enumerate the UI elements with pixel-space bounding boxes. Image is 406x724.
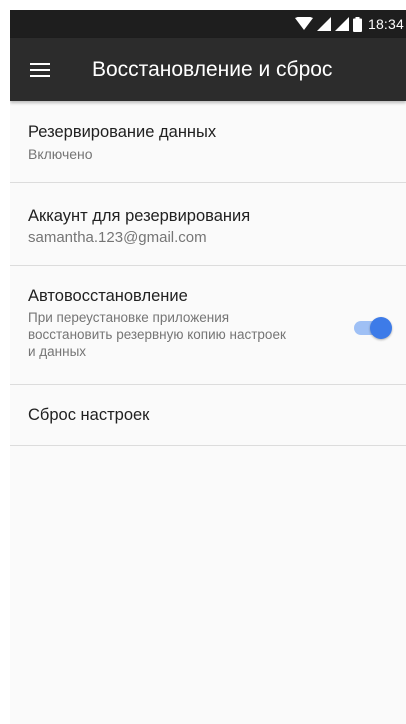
setting-backup-data[interactable]: Резервирование данных Включено (10, 101, 406, 183)
wifi-icon (294, 17, 313, 30)
status-time: 18:34 (367, 16, 404, 32)
auto-restore-toggle[interactable] (354, 314, 392, 342)
page-title: Восстановление и сброс (92, 57, 333, 81)
status-bar: 18:34 (10, 10, 406, 38)
setting-subtitle: При переустановке приложения восстановит… (28, 310, 286, 359)
status-icons (294, 16, 362, 32)
setting-backup-account[interactable]: Аккаунт для резервирования samantha.123@… (10, 183, 406, 266)
setting-auto-restore[interactable]: Автовосстановление При переустановке при… (10, 266, 406, 385)
cellular-signal-2-icon (334, 17, 349, 31)
settings-list: Резервирование данных Включено Аккаунт д… (10, 101, 406, 446)
setting-title: Резервирование данных (28, 123, 217, 141)
setting-title: Аккаунт для резервирования (28, 207, 251, 225)
battery-icon (352, 16, 362, 32)
setting-subtitle: samantha.123@gmail.com (28, 229, 207, 246)
toolbar: Восстановление и сброс (10, 38, 406, 101)
screen: 18:34 Восстановление и сброс Резервирова… (10, 10, 406, 724)
setting-title: Автовосстановление (28, 287, 188, 305)
setting-title: Сброс настроек (28, 405, 150, 424)
toggle-thumb (370, 317, 392, 339)
setting-subtitle: Включено (28, 146, 93, 162)
cellular-signal-icon (316, 17, 331, 31)
hamburger-menu-icon[interactable] (12, 38, 68, 101)
setting-factory-reset[interactable]: Сброс настроек (10, 385, 406, 446)
